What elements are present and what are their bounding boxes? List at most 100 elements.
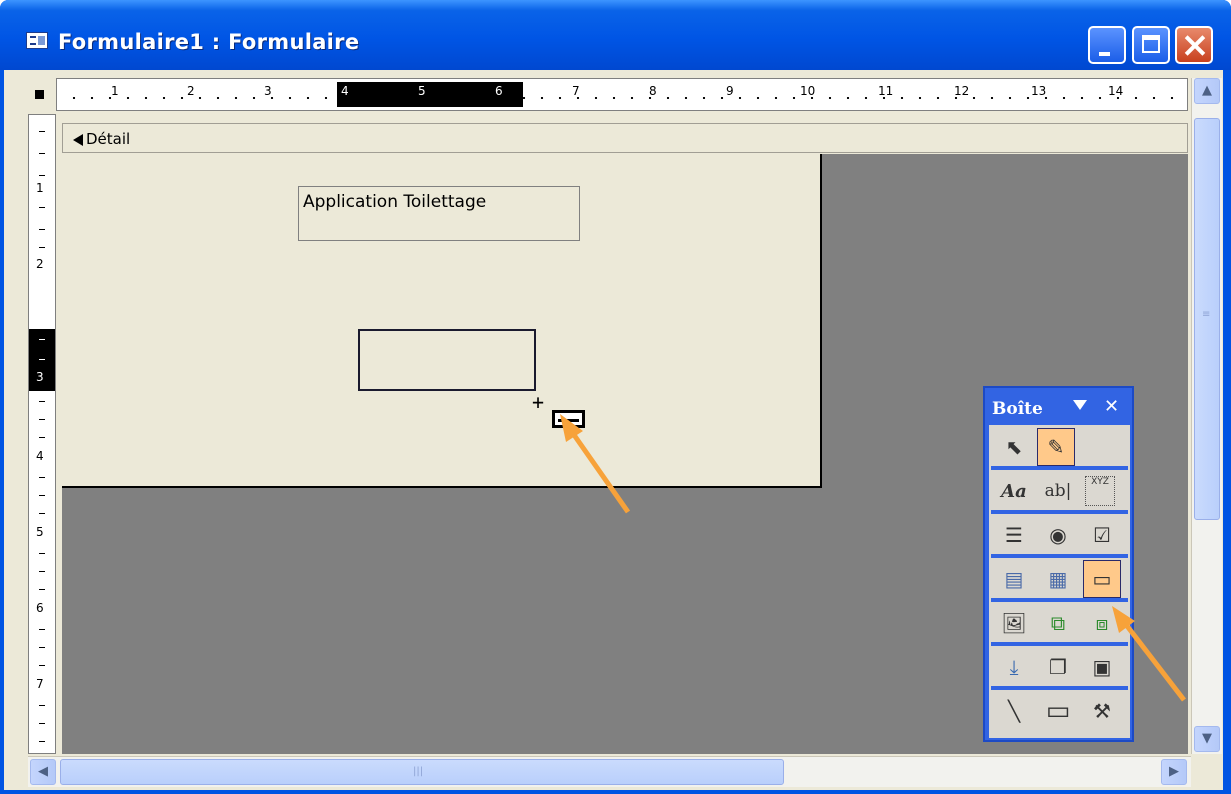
maximize-button[interactable] xyxy=(1132,26,1170,64)
scroll-grip-icon: ≡ xyxy=(1202,309,1211,320)
form-selector[interactable] xyxy=(28,79,50,110)
more-controls-icon[interactable]: ⚒ xyxy=(1083,692,1121,730)
ruler-mark xyxy=(39,437,45,438)
ruler-mark xyxy=(39,629,45,630)
label-tool-icon[interactable]: Aa xyxy=(995,472,1033,510)
ruler-label: 7 xyxy=(572,84,580,98)
crosshair-cursor-icon: + xyxy=(532,390,545,414)
ruler-label: 9 xyxy=(726,84,734,98)
scroll-right-button[interactable]: ▶ xyxy=(1161,759,1187,785)
ruler-mark xyxy=(39,401,45,402)
detail-section-header[interactable]: Détail xyxy=(62,123,1188,153)
ruler-mark xyxy=(39,513,45,514)
rectangle-tool-icon[interactable]: ▭ xyxy=(1039,692,1077,730)
horizontal-ruler[interactable]: 1 2 3 4 5 6 7 8 9 10 11 12 13 14 xyxy=(56,78,1188,111)
toolbox-row: ☰ ◉ ☑ xyxy=(991,515,1128,558)
ruler-label: 11 xyxy=(878,84,894,98)
toolbox-panel[interactable]: Boîte ✕ ⬉ ✎ Aa ab| XYZ ☰ ◉ ☑ ▤ ▦ ▭ 🖼 ⧉ ⧈… xyxy=(983,386,1134,742)
option-button-icon[interactable]: ◉ xyxy=(1039,516,1077,554)
command-button-icon[interactable]: ▭ xyxy=(1083,560,1121,598)
toolbox-tools: ⬉ ✎ Aa ab| XYZ ☰ ◉ ☑ ▤ ▦ ▭ 🖼 ⧉ ⧈ ⤓ ❐ ▣ ╲… xyxy=(989,425,1130,738)
toolbox-row: ╲ ▭ ⚒ xyxy=(991,691,1128,730)
toolbox-row: Aa ab| XYZ xyxy=(991,471,1128,514)
vertical-ruler[interactable]: 1 2 3 4 5 6 7 xyxy=(28,114,56,754)
ruler-mark xyxy=(39,153,45,154)
toolbox-close-icon[interactable]: ✕ xyxy=(1104,396,1119,417)
ruler-label: 10 xyxy=(800,84,816,98)
listbox-tool-icon[interactable]: ▦ xyxy=(1039,560,1077,598)
ruler-label: 4 xyxy=(36,449,44,463)
ruler-label: 12 xyxy=(954,84,970,98)
ruler-label: 2 xyxy=(187,84,195,98)
detail-section-label: Détail xyxy=(86,130,131,148)
ruler-label: 6 xyxy=(495,84,503,98)
checkbox-tool-icon[interactable]: ☑ xyxy=(1083,516,1121,554)
ruler-mark xyxy=(39,553,45,554)
ruler-mark xyxy=(39,419,45,420)
scroll-up-button[interactable]: ▲ xyxy=(1194,78,1220,104)
vertical-scroll-thumb[interactable]: ≡ xyxy=(1194,118,1220,520)
command-button-cursor-icon xyxy=(552,410,585,428)
toolbox-title: Boîte xyxy=(992,399,1043,419)
detail-section-label-wrap: Détail xyxy=(73,130,130,148)
textbox-tool-icon[interactable]: ab| xyxy=(1039,472,1077,510)
window-title: Formulaire1 : Formulaire xyxy=(58,30,360,54)
subform-tool-icon[interactable]: ▣ xyxy=(1083,648,1121,686)
combobox-tool-icon[interactable]: ▤ xyxy=(995,560,1033,598)
ruler-mark xyxy=(39,247,45,248)
ruler-mark xyxy=(39,359,45,360)
title-label-text: Application Toilettage xyxy=(303,192,487,212)
ruler-mark xyxy=(39,589,45,590)
control-wizard-icon[interactable]: ✎ xyxy=(1037,428,1075,466)
ruler-mark xyxy=(39,207,45,208)
ruler-mark xyxy=(39,665,45,666)
toolbox-row: ⬉ ✎ xyxy=(991,427,1128,470)
ruler-label: 14 xyxy=(1108,84,1124,98)
scroll-left-button[interactable]: ◀ xyxy=(30,759,56,785)
new-command-button-outline[interactable] xyxy=(358,329,536,391)
ruler-mark xyxy=(39,571,45,572)
image-tool-icon[interactable]: 🖼 xyxy=(995,604,1033,642)
ruler-mark xyxy=(39,229,45,230)
ruler-mark xyxy=(39,131,45,132)
minimize-button[interactable] xyxy=(1088,26,1126,64)
ruler-label: 5 xyxy=(36,525,44,539)
ruler-label: 3 xyxy=(264,84,272,98)
ruler-mark xyxy=(39,705,45,706)
ruler-mark xyxy=(39,477,45,478)
toggle-button-icon[interactable]: ☰ xyxy=(995,516,1033,554)
toolbox-options-icon[interactable] xyxy=(1073,400,1087,410)
ruler-dots xyxy=(65,97,1175,99)
ruler-label: 2 xyxy=(36,257,44,271)
horizontal-scrollbar[interactable]: ◀ ||| ▶ xyxy=(28,756,1191,787)
option-group-icon[interactable]: XYZ xyxy=(1085,476,1115,506)
toolbox-row: ▤ ▦ ▭ xyxy=(991,559,1128,602)
toolbox-row: 🖼 ⧉ ⧈ xyxy=(991,603,1128,646)
access-form-window: Formulaire1 : Formulaire 1 2 3 4 5 6 7 8… xyxy=(0,0,1231,794)
ruler-label: 3 xyxy=(36,370,44,384)
tab-control-icon[interactable]: ❐ xyxy=(1039,648,1077,686)
ruler-mark xyxy=(39,723,45,724)
ruler-mark xyxy=(39,741,45,742)
title-bar[interactable]: Formulaire1 : Formulaire xyxy=(0,0,1231,70)
ruler-mark xyxy=(39,647,45,648)
form-icon xyxy=(26,32,48,49)
ruler-label: 6 xyxy=(36,601,44,615)
horizontal-scroll-thumb[interactable]: ||| xyxy=(60,759,784,785)
section-arrow-icon xyxy=(73,133,83,146)
page-break-icon[interactable]: ⤓ xyxy=(995,648,1033,686)
ruler-label: 1 xyxy=(36,181,44,195)
line-tool-icon[interactable]: ╲ xyxy=(995,692,1033,730)
ruler-label: 8 xyxy=(649,84,657,98)
ruler-label: 4 xyxy=(341,84,349,98)
ruler-mark xyxy=(39,339,45,340)
ruler-label: 7 xyxy=(36,677,44,691)
bound-object-frame-icon[interactable]: ⧈ xyxy=(1083,604,1121,642)
vertical-scrollbar[interactable]: ▲ ≡ ▼ xyxy=(1191,78,1222,754)
title-label-control[interactable]: Application Toilettage xyxy=(298,186,580,241)
pointer-icon[interactable]: ⬉ xyxy=(995,428,1033,466)
toolbox-row: ⤓ ❐ ▣ xyxy=(991,647,1128,690)
close-button[interactable] xyxy=(1175,26,1213,64)
unbound-object-frame-icon[interactable]: ⧉ xyxy=(1039,604,1077,642)
scroll-down-button[interactable]: ▼ xyxy=(1194,726,1220,752)
